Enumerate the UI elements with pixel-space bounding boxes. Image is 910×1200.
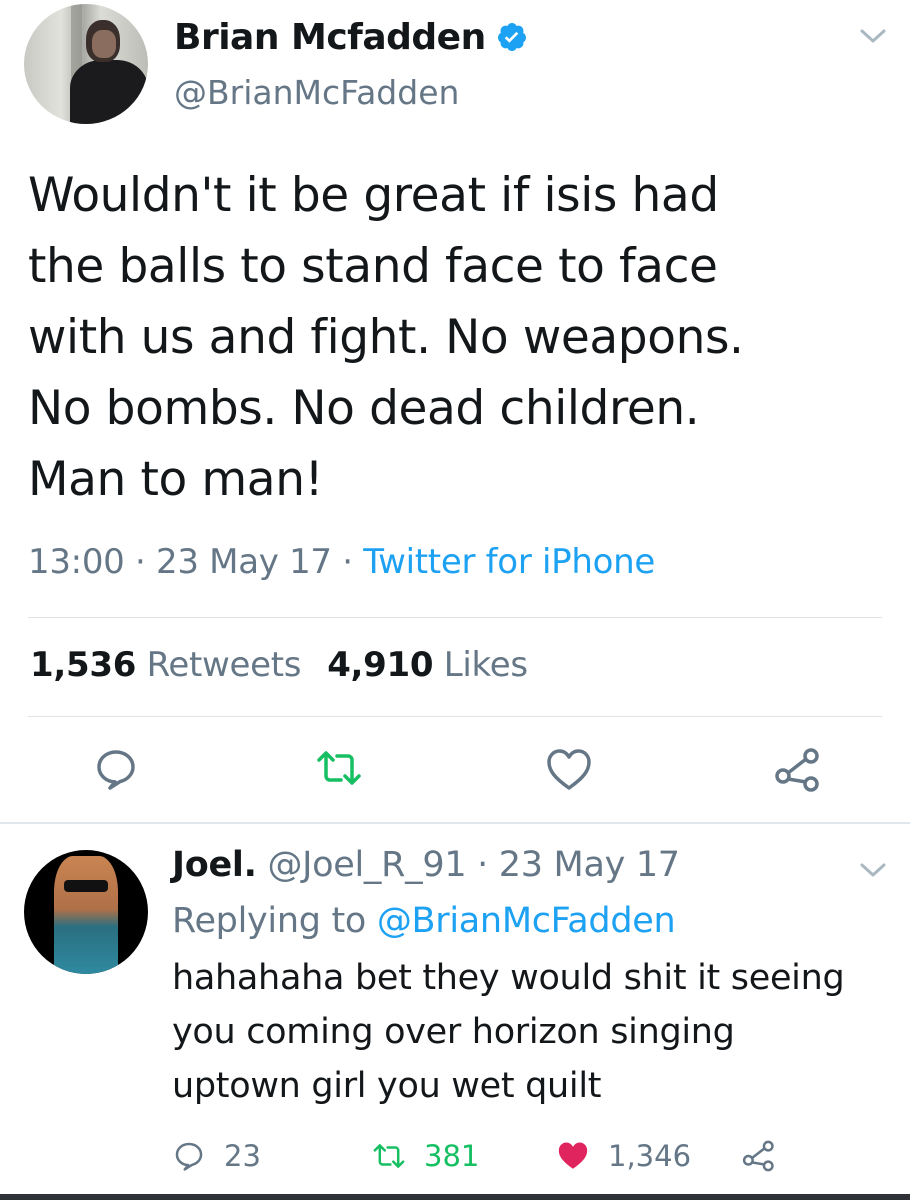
display-name[interactable]: Brian Mcfadden: [174, 17, 486, 58]
tweet-line: No bombs. No dead children.: [28, 381, 700, 436]
retweet-icon[interactable]: [315, 744, 363, 792]
divider: [28, 617, 882, 618]
tweet-stats: 1,536 Retweets 4,910 Likes: [30, 645, 528, 685]
reply-line: you coming over horizon singing: [172, 1012, 735, 1052]
reply-line: uptown girl you wet quilt: [172, 1066, 602, 1106]
replying-to: Replying to @BrianMcFadden: [172, 901, 676, 941]
tweet-line: with us and fight. No weapons.: [28, 310, 744, 365]
tweet-meta: 13:00 · 23 May 17 · Twitter for iPhone: [28, 542, 655, 582]
verified-badge-icon: [497, 23, 526, 51]
reply-display-name[interactable]: Joel.: [172, 845, 257, 885]
reply-line: hahahaha bet they would shit it seeing: [172, 958, 845, 998]
retweet-icon: [373, 1144, 405, 1168]
divider: [28, 716, 882, 717]
reply-handle[interactable]: @Joel_R_91: [267, 845, 466, 885]
replying-prefix: Replying to: [172, 901, 377, 941]
likes-stat[interactable]: 4,910 Likes: [327, 645, 528, 685]
tweet-line: Wouldn't it be great if isis had: [28, 168, 719, 223]
heart-icon: [558, 1142, 588, 1169]
divider: [0, 822, 910, 824]
chevron-down-icon[interactable]: [858, 860, 888, 880]
retweets-count: 1,536: [30, 645, 137, 685]
reply-like-action[interactable]: 1,346: [556, 1136, 691, 1176]
likes-label: Likes: [443, 645, 528, 685]
replying-to-handle[interactable]: @BrianMcFadden: [377, 901, 676, 941]
reply-share-action[interactable]: [742, 1136, 794, 1176]
reply-icon[interactable]: [92, 745, 140, 793]
tweet-time: 13:00: [28, 542, 125, 582]
tweet-line: Man to man!: [28, 452, 324, 507]
reply-avatar[interactable]: [24, 850, 148, 974]
tweet-source-link[interactable]: Twitter for iPhone: [363, 542, 655, 582]
reply-icon: [175, 1142, 203, 1171]
reply-text: hahahaha bet they would shit it seeing y…: [172, 951, 892, 1113]
share-icon: [742, 1140, 774, 1172]
tweet-line: the balls to stand face to face: [28, 239, 718, 294]
handle[interactable]: @BrianMcFadden: [174, 73, 459, 112]
retweet-count: 381: [424, 1139, 480, 1173]
retweets-stat[interactable]: 1,536 Retweets: [30, 645, 302, 685]
reply-header: Joel. @Joel_R_91 · 23 May 17: [172, 845, 680, 885]
likes-count: 4,910: [327, 645, 434, 685]
separator: ·: [331, 542, 364, 582]
tweet-text: Wouldn't it be great if isis had the bal…: [28, 160, 888, 515]
reply-reply-action[interactable]: 23: [172, 1136, 261, 1176]
heart-icon[interactable]: [545, 746, 593, 794]
avatar[interactable]: [24, 4, 148, 124]
reply-retweet-action[interactable]: 381: [372, 1136, 479, 1176]
share-icon[interactable]: [774, 746, 822, 794]
bottom-edge: [0, 1194, 910, 1200]
retweets-label: Retweets: [146, 645, 302, 685]
separator: ·: [466, 845, 499, 885]
separator: ·: [124, 542, 157, 582]
chevron-down-icon[interactable]: [858, 26, 888, 46]
reply-date[interactable]: 23 May 17: [499, 845, 680, 885]
tweet-date[interactable]: 23 May 17: [156, 542, 332, 582]
tweet-author[interactable]: Brian Mcfadden: [174, 14, 528, 60]
like-count: 1,346: [608, 1139, 692, 1173]
reply-count: 23: [224, 1139, 261, 1173]
